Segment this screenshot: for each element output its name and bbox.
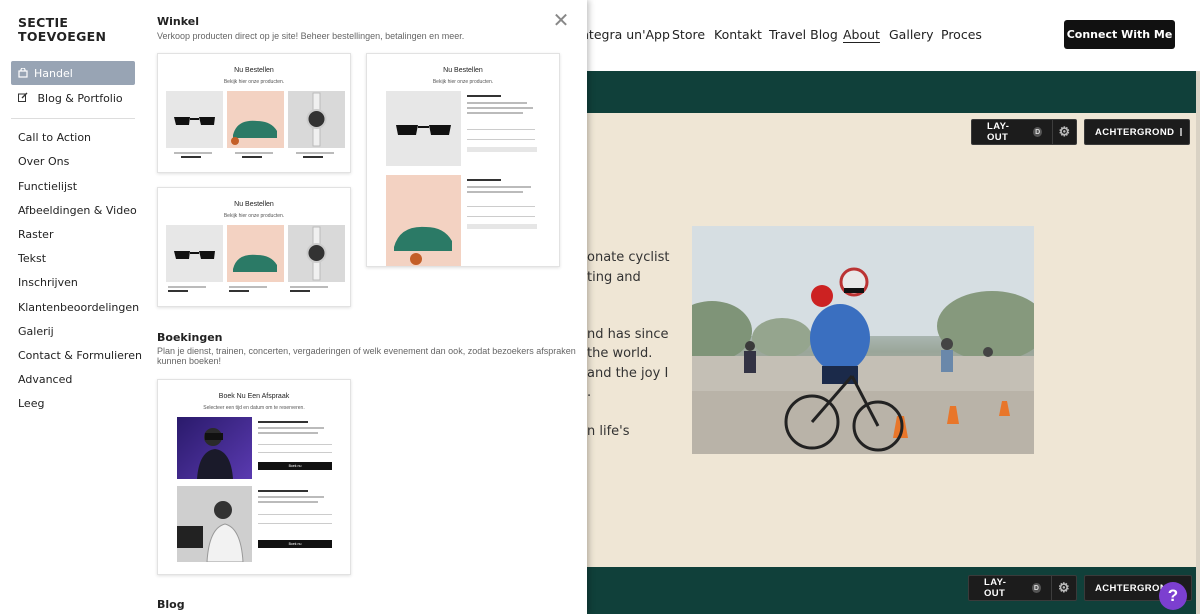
category-label: Blog & Portfolio: [37, 92, 123, 105]
category-afbeeldingen-video[interactable]: Afbeeldingen & Video: [18, 204, 137, 217]
group-title-winkel: Winkel: [157, 15, 199, 28]
category-over-ons[interactable]: Over Ons: [18, 155, 69, 168]
category-klantenbeoordelingen[interactable]: Klantenbeoordelingen: [18, 301, 139, 314]
template-card-store-list[interactable]: Nu Bestellen Bekijk hier onze producten.: [366, 53, 560, 267]
add-section-panel: SECTIE TOEVOEGEN Handel Blog & Portfolio…: [0, 0, 587, 614]
card-subtitle: Bekijk hier onze producten.: [223, 79, 285, 85]
group-description-winkel: Verkoop producten direct op je site! Beh…: [157, 31, 465, 41]
template-card-booking[interactable]: Boek Nu Een Afspraak Selecteer een tijd …: [157, 379, 351, 575]
booking-thumbnail-studio: [177, 486, 252, 563]
background-button-top[interactable]: ACHTERGROND: [1084, 119, 1190, 145]
layout-badge: D: [1033, 127, 1043, 137]
group-title-blog: Blog: [157, 598, 185, 611]
category-advanced[interactable]: Advanced: [18, 373, 72, 386]
product-thumbnail: [386, 91, 461, 166]
category-label: Handel: [34, 66, 73, 80]
product-thumbnail: [227, 91, 284, 148]
card-title: Nu Bestellen: [443, 67, 483, 74]
category-inschrijven[interactable]: Inschrijven: [18, 276, 78, 289]
card-subtitle: Bekijk hier onze producten.: [223, 213, 285, 219]
edit-icon: [18, 92, 28, 102]
category-tekst[interactable]: Tekst: [18, 252, 46, 265]
category-contact-formulieren[interactable]: Contact & Formulieren: [18, 349, 142, 362]
nav-item-kontakt[interactable]: Kontakt: [714, 27, 762, 42]
booking-thumbnail-vr: [177, 417, 252, 479]
product-thumbnail: [227, 225, 284, 282]
category-leeg[interactable]: Leeg: [18, 397, 44, 410]
card-title: Nu Bestellen: [234, 67, 274, 74]
body-text-line: onate cyclist: [587, 250, 670, 265]
category-raster[interactable]: Raster: [18, 228, 53, 241]
book-button-preview: Boek nu: [258, 540, 332, 548]
body-text-line: n life's: [587, 424, 630, 439]
nav-item-about[interactable]: About: [843, 27, 880, 42]
gear-icon[interactable]: ⚙: [1053, 124, 1076, 140]
nav-item-proces[interactable]: Proces: [941, 27, 982, 42]
layout-label: LAY-OUT: [984, 577, 1007, 599]
product-thumbnail: [386, 175, 461, 266]
layout-toolbar-bottom[interactable]: LAY-OUT D ⚙: [968, 575, 1077, 601]
connect-button[interactable]: Connect With Me: [1064, 20, 1175, 49]
template-card-store-grid-alt[interactable]: Nu Bestellen Bekijk hier onze producten.: [157, 187, 351, 307]
product-thumbnail: [166, 225, 223, 282]
category-handel[interactable]: Handel: [11, 61, 135, 85]
close-icon[interactable]: ✕: [552, 11, 570, 31]
panel-title: SECTIE TOEVOEGEN: [18, 15, 107, 44]
nav-item-travel-blog[interactable]: Travel Blog: [769, 27, 838, 42]
nav-item-gallery[interactable]: Gallery: [889, 27, 934, 42]
product-thumbnail: [166, 91, 223, 148]
group-description-boekingen: Plan je dienst, trainen, concerten, verg…: [157, 346, 576, 366]
body-text-line: ting and: [587, 270, 641, 285]
image-icon: [1180, 128, 1183, 136]
category-functielijst[interactable]: Functielijst: [18, 180, 77, 193]
product-thumbnail: [288, 225, 345, 282]
cyclist-photo: [692, 226, 1034, 454]
category-divider: [11, 118, 135, 119]
layout-badge: D: [1032, 583, 1042, 593]
body-text-line: the world.: [587, 346, 653, 361]
help-button[interactable]: ?: [1159, 582, 1187, 610]
category-galerij[interactable]: Galerij: [18, 325, 54, 338]
body-text-line: .: [587, 385, 592, 400]
category-blog-portfolio[interactable]: Blog & Portfolio: [18, 92, 123, 105]
card-title: Nu Bestellen: [234, 201, 274, 208]
product-thumbnail: [288, 91, 345, 148]
layout-label: LAY-OUT: [987, 121, 1010, 143]
shop-icon: [18, 67, 28, 78]
book-button-preview: Boek nu: [258, 462, 332, 470]
card-subtitle: Bekijk hier onze producten.: [432, 79, 494, 85]
card-title: Boek Nu Een Afspraak: [218, 393, 290, 400]
nav-item-app[interactable]: ntegra un'App: [581, 27, 670, 42]
gear-icon[interactable]: ⚙: [1052, 580, 1076, 596]
category-call-to-action[interactable]: Call to Action: [18, 131, 91, 144]
page-scrollbar[interactable]: [1196, 71, 1200, 614]
template-card-store-grid[interactable]: Nu Bestellen Bekijk hier onze producten.: [157, 53, 351, 173]
body-text-line: nd has since: [587, 327, 669, 342]
card-subtitle: Selecteer een tijd en datum om te reserv…: [203, 405, 305, 411]
layout-toolbar-top[interactable]: LAY-OUT D ⚙: [971, 119, 1077, 145]
nav-item-store[interactable]: Store: [672, 27, 705, 42]
group-title-boekingen: Boekingen: [157, 331, 223, 344]
background-label: ACHTERGROND: [1095, 126, 1175, 138]
body-text-line: and the joy I: [587, 366, 669, 381]
